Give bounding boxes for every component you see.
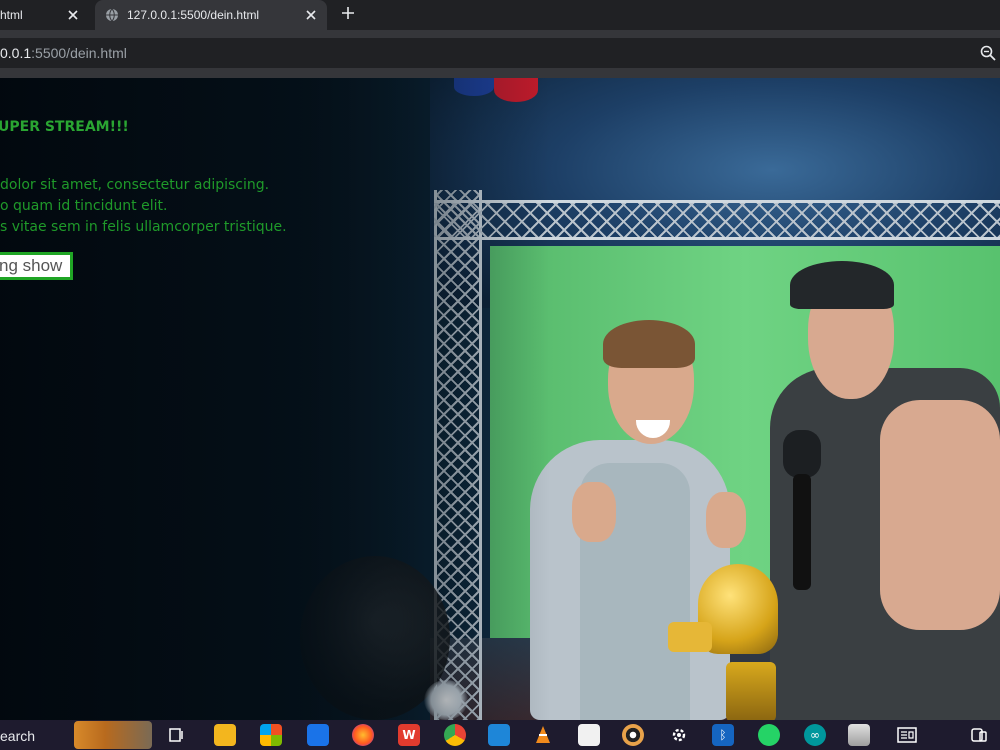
tab-label: 127.0.0.1:5500/dein.html <box>127 8 260 22</box>
whatsapp-icon[interactable] <box>758 724 780 746</box>
taskbar: earch W ᛒ ∞ <box>0 720 1000 750</box>
wps-icon[interactable]: W <box>398 724 420 746</box>
mail-icon[interactable] <box>307 724 329 746</box>
settings-icon[interactable] <box>668 724 690 746</box>
hero-title: UPER STREAM!!! <box>0 119 129 135</box>
bluetooth-icon[interactable]: ᛒ <box>712 724 734 746</box>
close-tab-icon[interactable] <box>65 7 81 23</box>
chrome-icon[interactable] <box>444 724 466 746</box>
tab-inactive[interactable]: html <box>0 0 90 30</box>
file-explorer-icon[interactable] <box>214 724 236 746</box>
tab-strip: html 127.0.0.1:5500/dein.html <box>0 0 1000 30</box>
browser-toolbar: 0.0.1:5500/dein.html <box>0 30 1000 78</box>
web-page: UPER STREAM!!! dolor sit amet, consectet… <box>0 78 1000 720</box>
tab-active[interactable]: 127.0.0.1:5500/dein.html <box>95 0 327 30</box>
store-icon[interactable] <box>260 724 282 746</box>
address-bar[interactable]: 0.0.1:5500/dein.html <box>0 38 1000 68</box>
dark-overlay <box>0 78 1000 720</box>
widgets-icon[interactable] <box>74 721 152 749</box>
phone-link-icon[interactable] <box>968 724 990 746</box>
file-icon[interactable] <box>578 724 600 746</box>
firefox-icon[interactable] <box>352 724 374 746</box>
arduino-icon[interactable]: ∞ <box>804 724 826 746</box>
hero-text-line: s vitae sem in felis ullamcorper tristiq… <box>0 219 287 235</box>
zoom-icon[interactable] <box>980 45 996 61</box>
vlc-icon[interactable] <box>532 724 554 746</box>
package-icon[interactable] <box>848 724 870 746</box>
taskbar-search[interactable]: earch <box>0 728 35 744</box>
address-path: :5500/dein.html <box>31 45 127 61</box>
plus-icon <box>342 7 354 19</box>
address-host: 0.0.1 <box>0 45 32 61</box>
hero-text-line: dolor sit amet, consectetur adipiscing. <box>0 177 270 193</box>
media-icon[interactable] <box>622 724 644 746</box>
close-tab-icon[interactable] <box>303 7 319 23</box>
vscode-icon[interactable] <box>488 724 510 746</box>
address-url: 0.0.1:5500/dein.html <box>0 45 127 61</box>
tab-label: html <box>0 8 23 22</box>
globe-icon <box>105 8 119 22</box>
hero-button[interactable]: ng show <box>0 252 74 280</box>
hero-text-line: o quam id tincidunt elit. <box>0 198 168 214</box>
news-icon[interactable] <box>896 724 918 746</box>
task-view-icon[interactable] <box>166 724 188 746</box>
new-tab-button[interactable] <box>338 3 358 23</box>
